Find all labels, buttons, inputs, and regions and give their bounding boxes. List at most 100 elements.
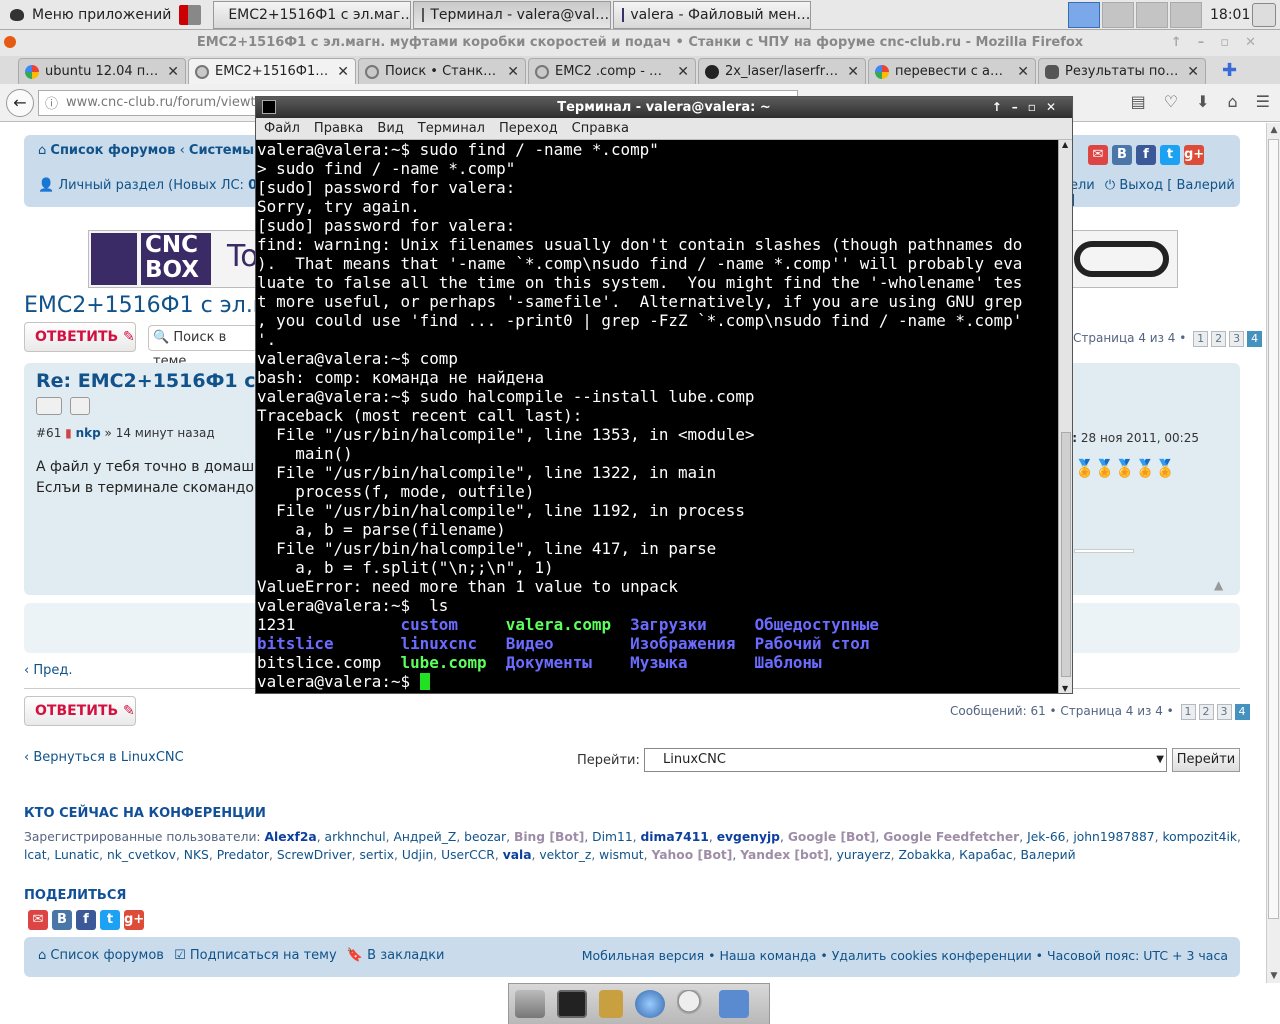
download-icon[interactable]: ⬇: [1196, 92, 1209, 111]
terminal-output[interactable]: valera@valera:~$ sudo find / -name *.com…: [256, 140, 1058, 693]
online-user[interactable]: Yandex [bot]: [740, 848, 829, 862]
logout-link[interactable]: Выход [ Валерий ]: [1070, 178, 1235, 208]
online-user[interactable]: Bing [Bot]: [514, 830, 584, 844]
menu-help[interactable]: Справка: [572, 121, 629, 136]
vk-icon[interactable]: В: [52, 910, 72, 930]
online-user[interactable]: Lunatic: [54, 848, 99, 862]
page-scrollbar[interactable]: ▲ ▼: [1266, 123, 1280, 983]
online-user[interactable]: lcat: [24, 848, 47, 862]
mail-share-icon[interactable]: ✉: [1088, 145, 1108, 165]
jump-select[interactable]: LinuxCNC ▼: [644, 748, 1167, 772]
tray-icon[interactable]: [1252, 3, 1276, 27]
online-user[interactable]: UserCCR: [441, 848, 495, 862]
top-icon[interactable]: ▲: [1214, 578, 1223, 592]
page-4[interactable]: 4: [1234, 704, 1250, 720]
back-to-forum[interactable]: ‹ Вернуться в LinuxCNC: [24, 750, 184, 765]
jump-button[interactable]: Перейти: [1172, 748, 1240, 772]
online-user[interactable]: Google [Bot]: [788, 830, 876, 844]
reading-list-icon[interactable]: ▤: [1131, 92, 1146, 111]
online-user[interactable]: sertix: [359, 848, 394, 862]
close-icon[interactable]: ✕: [847, 64, 859, 80]
footer-subscribe[interactable]: Подписаться на тему: [190, 948, 337, 963]
online-user[interactable]: NKS: [184, 848, 209, 862]
workspace-1[interactable]: [1068, 2, 1100, 28]
info-icon[interactable]: ⓘ: [45, 93, 58, 112]
online-user[interactable]: kompozit4ik: [1162, 830, 1237, 844]
online-user[interactable]: vala: [503, 848, 532, 862]
close-icon[interactable]: ✕: [1187, 64, 1199, 80]
online-user[interactable]: Zobakka: [898, 848, 951, 862]
scroll-thumb[interactable]: [1268, 139, 1279, 919]
post-number[interactable]: #61: [36, 426, 61, 440]
folder-icon[interactable]: [719, 990, 749, 1018]
tab-search[interactable]: Поиск • Станк… ✕: [358, 58, 526, 84]
tab-ubuntu[interactable]: ubuntu 12.04 п… ✕: [18, 58, 186, 84]
online-user[interactable]: vektor_z: [539, 848, 591, 862]
footer-home[interactable]: Список форумов: [50, 948, 164, 963]
task-terminal[interactable]: Терминал - valera@val…: [413, 0, 612, 29]
page-3[interactable]: 3: [1216, 704, 1232, 720]
private-messages[interactable]: 👤 Личный раздел (Новых ЛС: 0): [38, 178, 262, 193]
page-2[interactable]: 2: [1211, 331, 1227, 347]
menu-edit[interactable]: Правка: [314, 121, 363, 136]
page-3[interactable]: 3: [1229, 331, 1245, 347]
profile-icon[interactable]: [70, 397, 90, 415]
app-menu-button[interactable]: Меню приложений: [0, 0, 207, 30]
file-manager-icon[interactable]: [599, 990, 623, 1018]
scroll-up-icon[interactable]: ▲: [1267, 123, 1280, 137]
tab-results[interactable]: Результаты по… ✕: [1038, 58, 1206, 84]
topic-search-input[interactable]: 🔍 Поиск в теме: [148, 325, 258, 369]
workspace-3[interactable]: [1136, 2, 1168, 28]
logout-icon[interactable]: [179, 4, 202, 25]
window-controls[interactable]: ↑–▫✕: [992, 97, 1066, 118]
online-user[interactable]: Predator: [217, 848, 269, 862]
task-firefox[interactable]: EMC2+1516Ф1 с эл.маг…: [213, 0, 412, 29]
window-controls[interactable]: ↑–▫✕: [1171, 30, 1272, 56]
close-icon[interactable]: ✕: [337, 64, 349, 80]
menu-icon[interactable]: ☰: [1256, 92, 1270, 111]
scroll-down-icon[interactable]: ▼: [1062, 684, 1068, 693]
breadcrumb-home[interactable]: Список форумов: [50, 143, 175, 158]
close-icon[interactable]: ✕: [677, 64, 689, 80]
scroll-down-icon[interactable]: ▼: [1267, 969, 1280, 983]
online-user[interactable]: wismut: [599, 848, 643, 862]
search-icon[interactable]: [677, 990, 707, 1018]
online-user[interactable]: arkhnchul: [325, 830, 386, 844]
scroll-up-icon[interactable]: ▲: [1062, 140, 1068, 149]
footer-links-right[interactable]: Мобильная версия • Наша команда • Удалит…: [582, 948, 1228, 963]
close-icon[interactable]: ✕: [167, 64, 179, 80]
terminal-titlebar[interactable]: Терминал - valera@valera: ~ ↑–▫✕: [256, 97, 1072, 118]
menu-terminal[interactable]: Терминал: [418, 121, 485, 136]
online-user[interactable]: evgenyjp: [717, 830, 780, 844]
page-1[interactable]: 1: [1193, 331, 1209, 347]
facebook-icon[interactable]: f: [1136, 145, 1156, 165]
online-user[interactable]: Dim11: [592, 830, 633, 844]
online-user[interactable]: Yahoo [Bot]: [651, 848, 732, 862]
pocket-icon[interactable]: ♡: [1164, 92, 1178, 111]
online-user[interactable]: yurayerz: [837, 848, 891, 862]
online-user[interactable]: john1987887: [1073, 830, 1154, 844]
tab-translate[interactable]: перевести с а… ✕: [868, 58, 1036, 84]
facebook-icon[interactable]: f: [76, 910, 96, 930]
show-desktop-icon[interactable]: [515, 990, 545, 1018]
online-user[interactable]: Alexf2a: [265, 830, 317, 844]
users-link[interactable]: ели: [1070, 178, 1095, 193]
workspace-2[interactable]: [1102, 2, 1134, 28]
online-user[interactable]: Udjin: [402, 848, 433, 862]
online-user[interactable]: Jek-66: [1027, 830, 1065, 844]
menu-go[interactable]: Переход: [499, 121, 558, 136]
online-user[interactable]: ScrewDriver: [277, 848, 352, 862]
web-browser-icon[interactable]: [635, 990, 665, 1018]
tab-github[interactable]: 2x_laser/laserfr… ✕: [698, 58, 866, 84]
reply-button-bottom[interactable]: ОТВЕТИТЬ ✎: [24, 696, 136, 726]
tab-emc2-comp[interactable]: EMC2 .comp - … ✕: [528, 58, 696, 84]
close-icon[interactable]: ✕: [1017, 64, 1029, 80]
online-user[interactable]: Google Feedfetcher: [883, 830, 1019, 844]
scroll-thumb[interactable]: [1061, 432, 1071, 677]
workspace-4[interactable]: [1170, 2, 1202, 28]
online-user[interactable]: beozar: [464, 830, 506, 844]
close-icon[interactable]: ✕: [507, 64, 519, 80]
mail-share-icon[interactable]: ✉: [28, 910, 48, 930]
prev-link[interactable]: ‹ Пред.: [24, 663, 73, 678]
vk-icon[interactable]: В: [1112, 145, 1132, 165]
